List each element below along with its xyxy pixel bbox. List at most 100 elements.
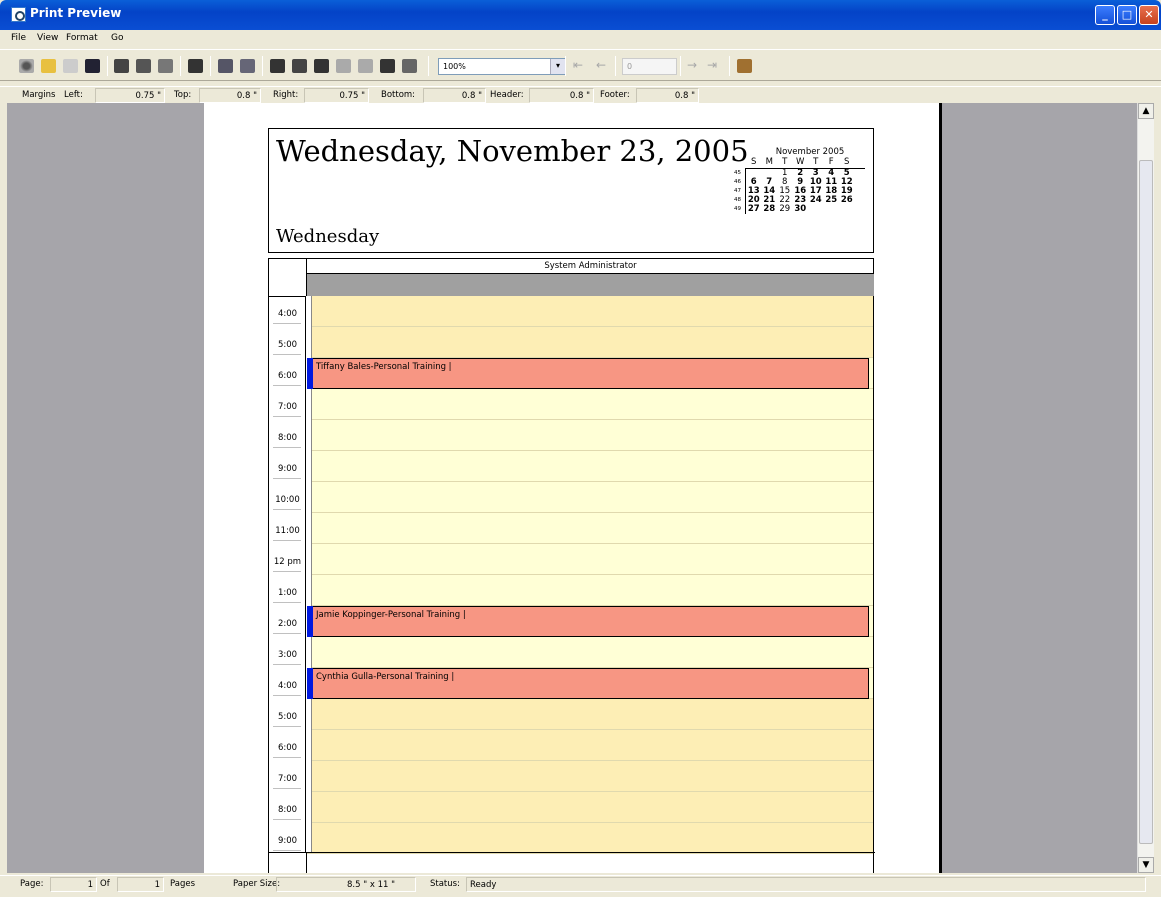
page-number-input[interactable]: 0 [622,58,677,75]
two-pages-icon[interactable] [336,59,351,73]
footer-label: Footer: [600,90,630,100]
mini-calendar-grid: 1 2 3 4 5 6 7 8 9 10 11 12 13 14 15 16 17 18 19 20 21 22 23 24 2… [745,168,865,214]
header-margin-field[interactable]: 0.8 " [529,88,594,103]
multi-pages-icon[interactable] [380,59,395,73]
page-width-icon[interactable] [292,59,307,73]
schedule-grid: System Administrator 4:00 5:00 6:00 7:00 8:0… [268,258,875,873]
status-label: Status: [430,879,460,889]
whole-page-icon[interactable] [314,59,329,73]
time-slot[interactable] [307,451,873,482]
left-label: Left: [64,90,83,100]
time-slot[interactable] [307,699,873,730]
calendar-day[interactable]: 30 [793,205,809,214]
appointment-text: Tiffany Bales-Personal Training | [316,362,452,372]
time-label: 7:00 [277,774,298,784]
thumbnails-icon[interactable] [402,59,417,73]
next-page-icon[interactable]: → [687,58,697,72]
left-margin-field[interactable]: 0.75 " [95,88,165,103]
appointment[interactable]: Jamie Koppinger-Personal Training | [307,606,869,637]
time-slot[interactable] [307,389,873,420]
time-slot[interactable] [307,730,873,761]
save-icon[interactable] [85,59,100,73]
calendar-icon[interactable] [188,59,203,73]
day-header: Wednesday, November 23, 2005 Wednesday N… [268,128,874,253]
time-label: 2:00 [277,619,298,629]
close-button[interactable]: ✕ [1139,5,1159,25]
scroll-down-button[interactable]: ▼ [1138,857,1154,873]
footer-margin-field[interactable]: 0.8 " [636,88,699,103]
weekday-label: T [813,157,819,167]
appointment[interactable]: Cynthia Gulla-Personal Training | [307,668,869,699]
calendar-day[interactable]: 28 [762,205,778,214]
four-pages-icon[interactable] [358,59,373,73]
top-margin-field[interactable]: 0.8 " [199,88,261,103]
minimize-button[interactable]: _ [1095,5,1115,25]
resource-header: System Administrator [306,259,874,274]
appointment-status-bar [307,668,313,699]
week-number: 48 [734,197,741,203]
time-slot[interactable] [307,823,873,854]
maximize-button[interactable]: □ [1117,5,1137,25]
time-slot[interactable] [307,761,873,792]
time-label: 6:00 [277,371,298,381]
preview-area[interactable]: Wednesday, November 23, 2005 Wednesday N… [7,103,1137,873]
print-icon[interactable] [114,59,129,73]
bottom-margin-field[interactable]: 0.8 " [423,88,486,103]
time-slot[interactable] [307,513,873,544]
settings-icon[interactable] [19,59,34,73]
book-icon[interactable] [158,59,173,73]
weekday-label: T [782,157,788,167]
right-margin-field[interactable]: 0.75 " [304,88,369,103]
mini-calendar-weekdays: SMTWTFS [746,157,869,167]
open-folder-icon[interactable] [41,59,56,73]
time-slot[interactable] [307,544,873,575]
paper-size-value: 8.5 " x 11 " [276,877,416,892]
window-title: Print Preview [30,6,122,20]
menu-file[interactable]: File [11,33,26,43]
print-setup-icon[interactable] [136,59,151,73]
calendar-day[interactable] [839,205,855,214]
calendar-day[interactable]: 25 [824,196,840,205]
scroll-thumb[interactable] [1139,160,1153,844]
menu-view[interactable]: View [37,33,58,43]
time-slot[interactable] [307,296,873,327]
time-label: 5:00 [277,712,298,722]
vertical-scrollbar[interactable]: ▲ ▼ [1137,103,1154,873]
menu-go[interactable]: Go [111,33,123,43]
zoom-select[interactable]: 100% ▾ [438,58,566,75]
mail-icon[interactable] [63,59,78,73]
schedule-footer [269,852,875,873]
calendar-day[interactable] [808,205,824,214]
exit-icon[interactable] [737,59,752,73]
page-setup-icon[interactable] [218,59,233,73]
scroll-up-button[interactable]: ▲ [1138,103,1154,119]
previous-page-icon[interactable]: ← [596,58,606,72]
calendar-day[interactable]: 27 [746,205,762,214]
time-slot[interactable] [307,327,873,358]
time-slot[interactable] [307,792,873,823]
top-label: Top: [174,90,192,100]
margins-label: Margins [22,90,56,100]
last-page-icon[interactable]: ⇥ [707,58,717,72]
mini-calendar: November 2005 SMTWTFS 45 46 47 48 49 1234567… [731,147,869,214]
week-number: 49 [734,206,741,212]
week-number: 47 [734,188,741,194]
single-page-icon[interactable] [270,59,285,73]
calendar-day[interactable]: 26 [839,196,855,205]
time-slot[interactable] [307,575,873,606]
chevron-down-icon[interactable]: ▾ [550,59,565,74]
time-slot[interactable] [307,482,873,513]
calendar-day[interactable] [824,205,840,214]
margins-bar: Margins Left: 0.75 " Top: 0.8 " Right: 0… [0,86,1161,103]
header-footer-icon[interactable] [240,59,255,73]
time-slot[interactable] [307,420,873,451]
time-slot[interactable] [307,637,873,668]
calendar-day[interactable]: 24 [808,196,824,205]
of-label: Of [100,879,110,889]
first-page-icon[interactable]: ⇤ [573,58,583,72]
menu-format[interactable]: Format [66,33,98,43]
pages-label: Pages [170,879,196,889]
appointment[interactable]: Tiffany Bales-Personal Training | [307,358,869,389]
calendar-day[interactable]: 29 [777,205,793,214]
page-label: Page: [20,879,44,889]
